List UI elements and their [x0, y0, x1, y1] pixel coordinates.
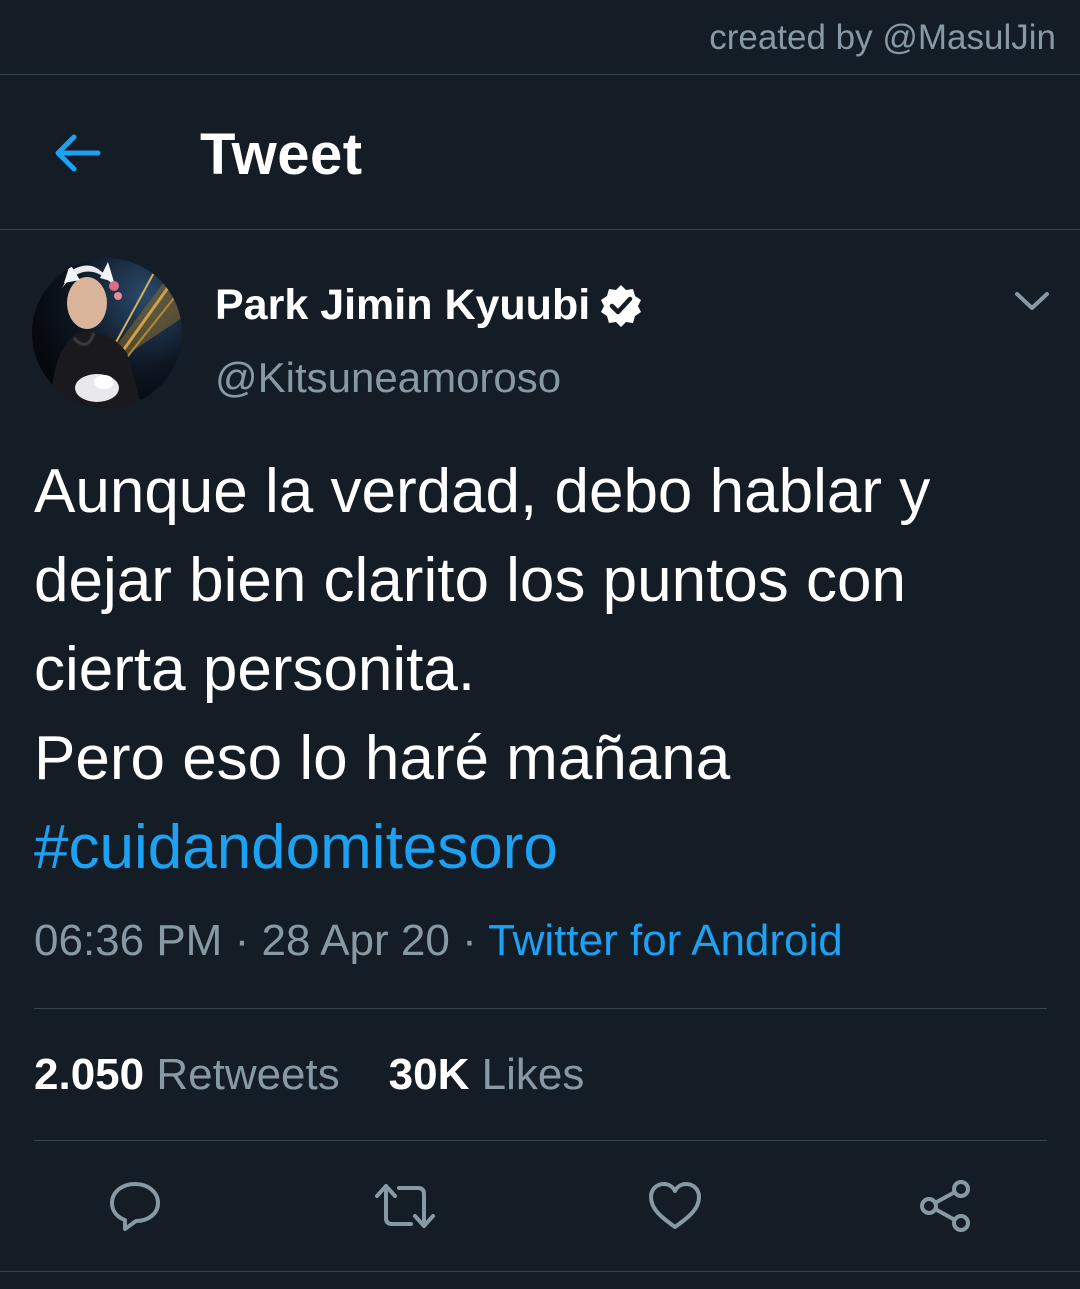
back-button[interactable] [46, 125, 108, 181]
display-name[interactable]: Park Jimin Kyuubi [215, 281, 644, 330]
retweets-label: Retweets [156, 1050, 340, 1099]
action-bar [0, 1160, 1080, 1250]
likes-count: 30K [388, 1050, 470, 1099]
header-bar: Tweet [0, 75, 1080, 229]
arrow-left-icon [55, 134, 101, 172]
header-divider [0, 229, 1080, 230]
bottom-divider [0, 1271, 1080, 1272]
retweets-stat[interactable]: 2.050 Retweets [34, 1050, 340, 1099]
share-button[interactable] [913, 1174, 977, 1238]
verified-badge-icon [598, 283, 644, 329]
stats-divider [34, 1140, 1047, 1141]
avatar[interactable] [32, 258, 182, 408]
reply-button[interactable] [103, 1174, 167, 1238]
tweet-meta: 06:36 PM · 28 Apr 20 · Twitter for Andro… [34, 916, 843, 966]
tweet-text: Aunque la verdad, debo hablar y dejar bi… [34, 447, 1054, 892]
tweet-line: dejar bien clarito los puntos con [34, 546, 906, 615]
user-handle[interactable]: @Kitsuneamoroso [215, 354, 561, 402]
meta-divider [34, 1008, 1047, 1009]
watermark-text: created by @MasulJin [709, 18, 1056, 57]
tweet-line: Pero eso lo haré mañana [34, 724, 731, 793]
tweet-stats: 2.050 Retweets 30K Likes [34, 1050, 584, 1100]
likes-label: Likes [481, 1050, 585, 1099]
tweet-date: 28 Apr 20 [261, 916, 450, 965]
tweet-line: cierta personita. [34, 635, 476, 704]
display-name-text: Park Jimin Kyuubi [215, 281, 591, 329]
page-title: Tweet [200, 122, 363, 187]
tweet-source-link[interactable]: Twitter for Android [488, 916, 843, 965]
retweet-icon [375, 1184, 435, 1228]
tweet-time: 06:36 PM [34, 916, 223, 965]
like-icon [649, 1182, 701, 1229]
meta-separator: · [462, 916, 477, 965]
retweet-button[interactable] [373, 1174, 437, 1238]
meta-separator: · [234, 916, 250, 965]
hashtag-link[interactable]: #cuidandomitesoro [34, 803, 1054, 892]
tweet-menu-button[interactable] [1010, 282, 1054, 320]
reply-icon [110, 1182, 160, 1231]
avatar-image [32, 258, 182, 408]
chevron-down-icon [1015, 292, 1049, 310]
likes-stat[interactable]: 30K Likes [389, 1050, 585, 1099]
retweets-count: 2.050 [34, 1050, 145, 1099]
tweet-line: Aunque la verdad, debo hablar y [34, 457, 931, 526]
share-icon [920, 1180, 970, 1232]
like-button[interactable] [643, 1174, 707, 1238]
